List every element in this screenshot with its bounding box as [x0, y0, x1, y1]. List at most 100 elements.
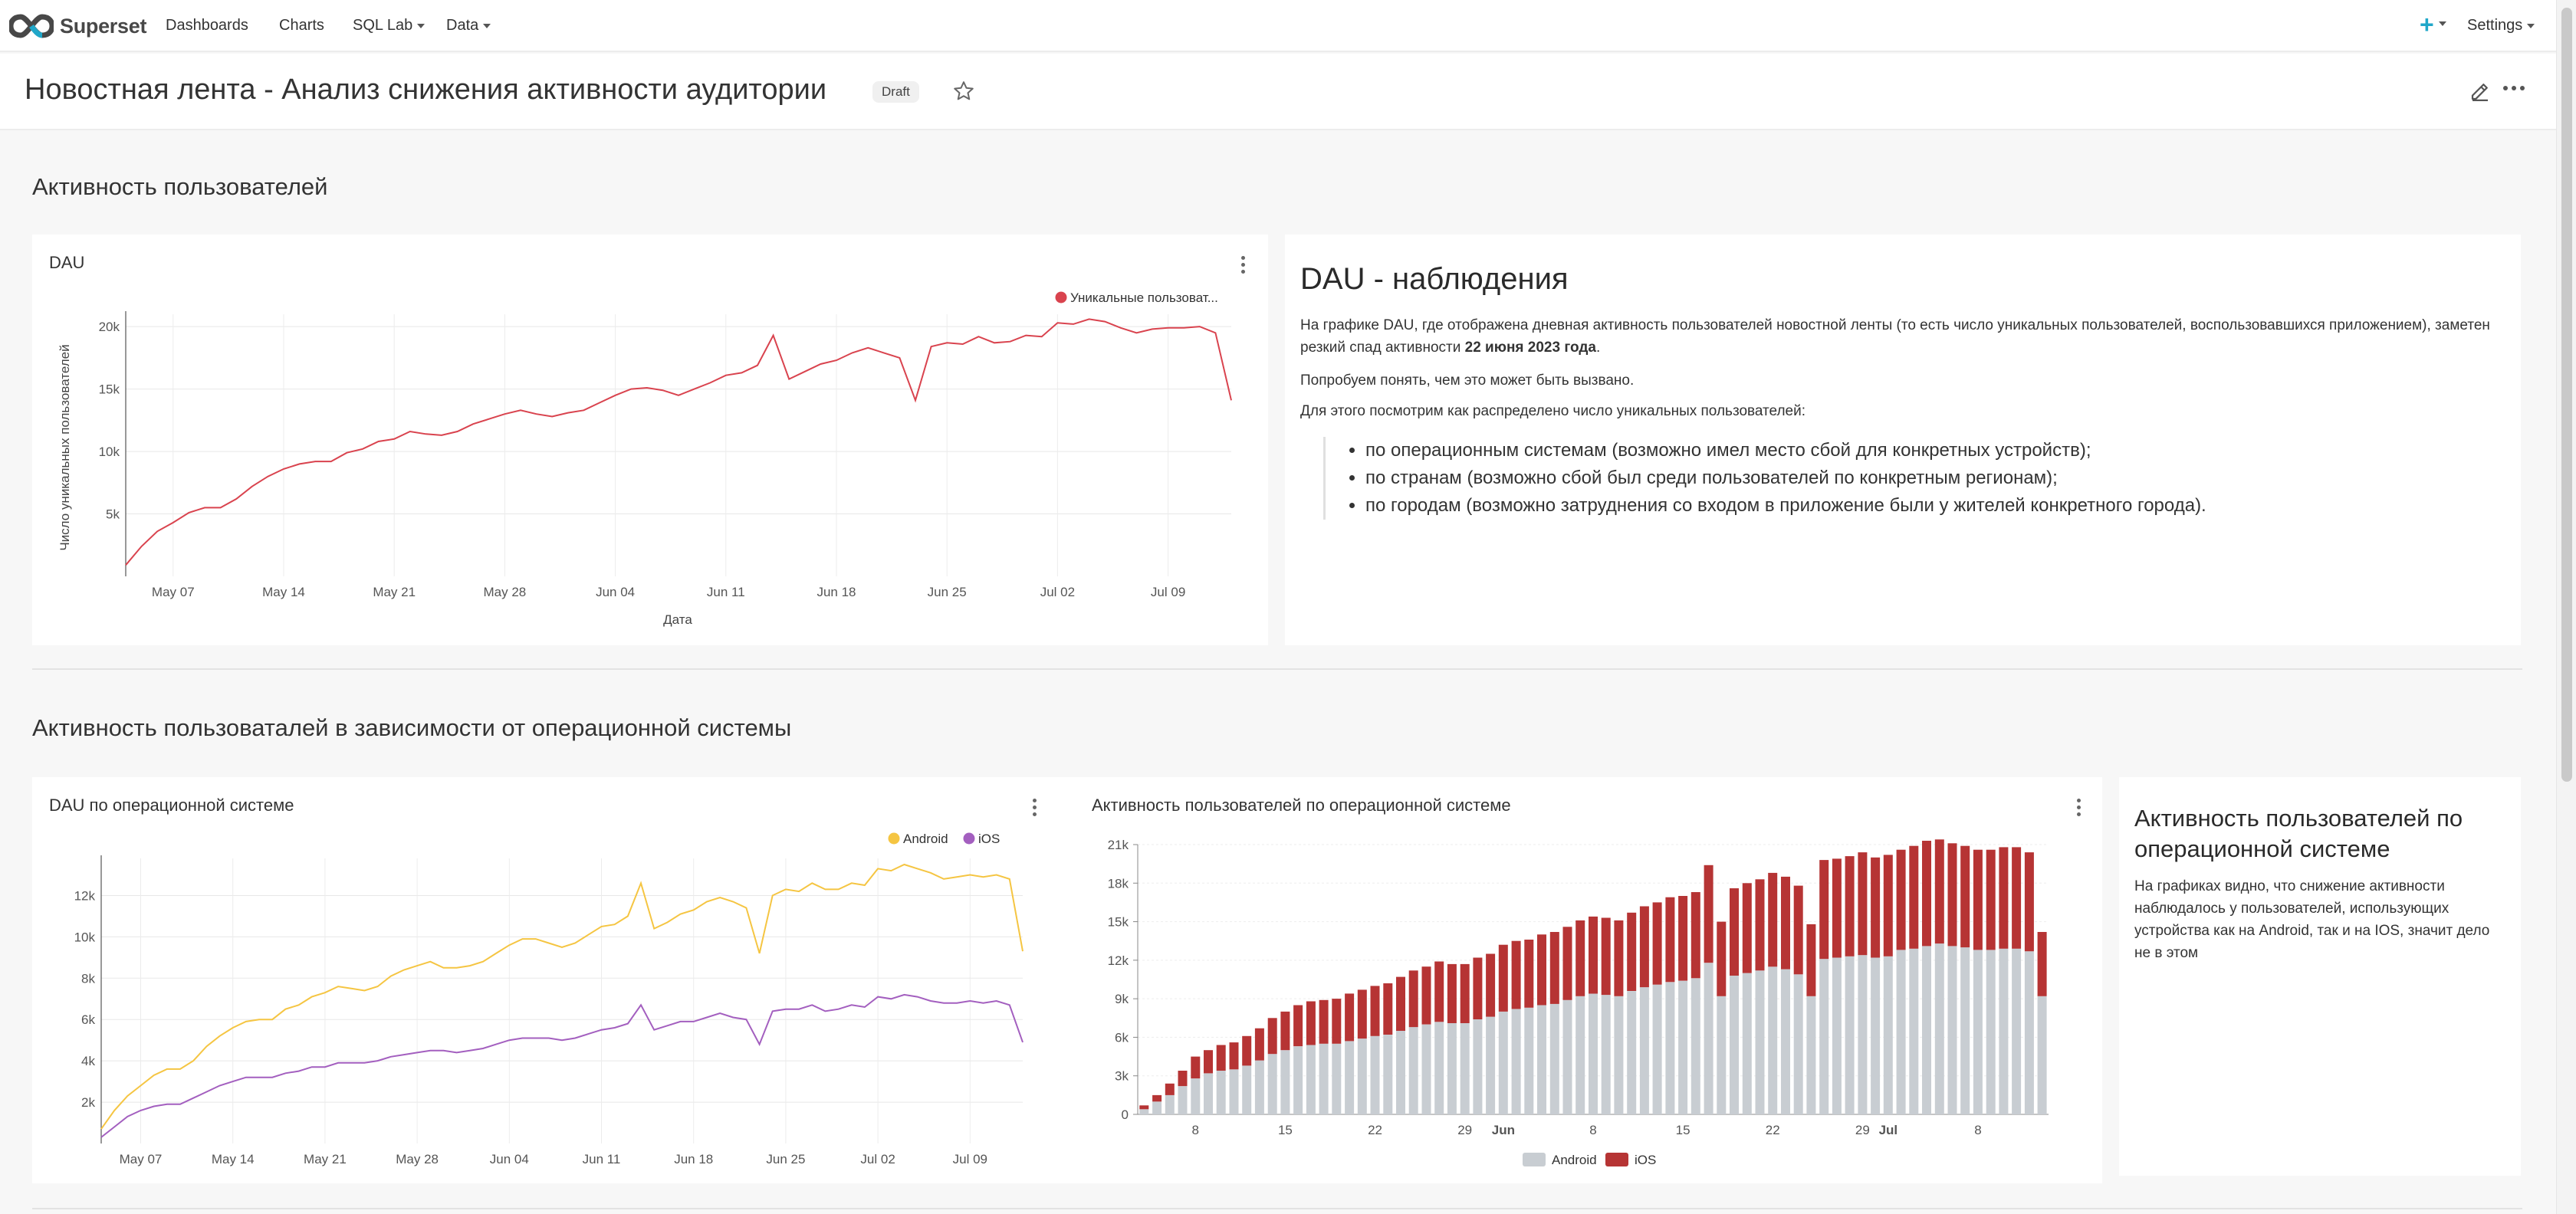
section-divider — [32, 668, 2522, 670]
x-tick-label: Jun 11 — [707, 585, 745, 599]
list-item: по городам (возможно затруднения со вход… — [1365, 492, 2206, 520]
section-title-user-activity: Активность пользователей — [32, 173, 328, 200]
bar-ios — [1960, 845, 1970, 948]
nav-charts[interactable]: Charts — [279, 17, 324, 34]
bar-android — [1883, 956, 1893, 1114]
bar-android — [1511, 1009, 1521, 1114]
bar-android — [1165, 1094, 1175, 1114]
bar-android — [1460, 1023, 1470, 1114]
bar-ios — [1332, 999, 1342, 1044]
bar-ios — [1165, 1083, 1175, 1095]
bar-ios — [1973, 849, 1983, 950]
bar-ios — [1819, 860, 1829, 960]
bar-ios — [1293, 1005, 1303, 1047]
list-item: по странам (возможно сбой был среди поль… — [1365, 464, 2206, 492]
bar-android — [1345, 1041, 1355, 1114]
bar-ios — [1806, 924, 1816, 996]
observations-heading: DAU - наблюдения — [1300, 262, 1569, 296]
os-observations-heading: Активность пользователей по операционной… — [2134, 805, 2463, 862]
draft-badge[interactable]: Draft — [872, 81, 919, 103]
bar-android — [1576, 996, 1585, 1114]
bar-android — [1934, 943, 1944, 1114]
bar-android — [1280, 1050, 1290, 1114]
bar-android — [1204, 1073, 1213, 1114]
bar-android — [1178, 1086, 1188, 1114]
x-tick-label: 8 — [1589, 1123, 1596, 1137]
x-tick-label: 15 — [1676, 1123, 1691, 1137]
bar-android — [1704, 963, 1714, 1114]
bar-android — [1730, 976, 1739, 1114]
dau-chart-card: DAU 5k 10k 15k 20k May 07 May 14 May 21 May 28 J… — [32, 235, 1268, 645]
bar-ios — [1306, 1001, 1316, 1045]
bar-android — [1896, 950, 1906, 1114]
edit-pencil-icon[interactable] — [2469, 80, 2492, 103]
nav-dashboards[interactable]: Dashboards — [166, 17, 248, 34]
x-tick-label: 8 — [1192, 1123, 1199, 1137]
bar-ios — [1730, 888, 1739, 976]
bar-android — [1909, 948, 1919, 1114]
legend-label-ios: iOS — [978, 832, 1000, 846]
x-tick-label: 8 — [1974, 1123, 1981, 1137]
observations-paragraph-1: На графике DAU, где отображена дневная а… — [1300, 314, 2496, 359]
legend-label-android: Android — [1552, 1153, 1597, 1167]
superset-logo[interactable]: Superset — [9, 11, 146, 41]
bar-ios — [1396, 976, 1405, 1031]
x-tick-label: May 21 — [304, 1152, 347, 1166]
bar-ios — [1871, 857, 1881, 958]
x-tick-label: Jun 04 — [596, 585, 635, 599]
y-tick-label: 2k — [81, 1095, 95, 1110]
y-tick-label: 3k — [1115, 1069, 1129, 1084]
bar-android — [1216, 1071, 1226, 1114]
x-tick-label: 22 — [1766, 1123, 1780, 1137]
observations-paragraph-3: Для этого посмотрим как распределено чис… — [1300, 403, 1806, 419]
bar-ios — [1858, 852, 1868, 956]
bar-android — [1589, 993, 1598, 1114]
bar-ios — [1408, 970, 1418, 1028]
bar-android — [1332, 1043, 1342, 1114]
bar-android — [1614, 996, 1624, 1114]
favorite-star-icon[interactable] — [952, 80, 975, 103]
observations-highlight-date: 22 июня 2023 года — [1464, 340, 1596, 356]
observations-paragraph-2: Попробуем понять, чем это может быть выз… — [1300, 372, 1635, 389]
bar-android — [1793, 974, 1803, 1114]
legend-label: Уникальные пользоват... — [1070, 290, 1218, 305]
os-observations-text: На графиках видно, что снижение активнос… — [2134, 878, 2490, 961]
bar-ios — [1204, 1050, 1213, 1074]
x-tick-label: 29 — [1457, 1123, 1472, 1137]
bar-android — [1524, 1007, 1534, 1114]
x-tick-label: May 28 — [484, 585, 527, 599]
bar-ios — [1589, 916, 1598, 994]
add-new-button[interactable]: + — [2420, 11, 2446, 39]
bar-android — [1537, 1005, 1546, 1114]
observations-text-end: . — [1595, 340, 1601, 356]
bar-ios — [1242, 1035, 1252, 1066]
bar-android — [1396, 1031, 1405, 1114]
bar-ios — [1460, 963, 1470, 1023]
bar-ios — [1562, 927, 1572, 1000]
bar-ios — [1511, 940, 1521, 1009]
settings-menu[interactable]: Settings — [2467, 17, 2535, 34]
more-options-icon[interactable] — [2502, 84, 2525, 92]
scrollbar-thumb[interactable] — [2561, 8, 2572, 782]
bar-ios — [1434, 961, 1444, 1022]
bar-android — [1434, 1022, 1444, 1114]
bar-ios — [1627, 912, 1637, 991]
nav-data[interactable]: Data — [446, 17, 491, 34]
bar-ios — [1576, 920, 1585, 996]
page-scrollbar[interactable] — [2556, 0, 2576, 1214]
dau-by-os-line-chart: 2k 4k 6k 8k 10k 12k May 07 May 14 May 21 May 28 Ju… — [74, 832, 1024, 1166]
bar-android — [1960, 947, 1970, 1114]
dau-line-chart: 5k 10k 15k 20k May 07 May 14 May 21 May 28 Jun 0… — [58, 290, 1232, 627]
legend-label-android: Android — [903, 832, 948, 846]
dashboard-title[interactable]: Новостная лента - Анализ снижения активн… — [25, 74, 826, 107]
bar-android — [1742, 973, 1752, 1114]
bar-ios — [1896, 849, 1906, 950]
y-tick-label: 10k — [74, 930, 96, 944]
y-tick-label: 21k — [1108, 838, 1129, 852]
bar-android — [1473, 1019, 1483, 1114]
x-tick-label: 22 — [1368, 1123, 1382, 1137]
nav-sql-lab[interactable]: SQL Lab — [353, 17, 426, 34]
bar-ios — [1254, 1028, 1264, 1061]
series-line-ios — [100, 993, 1024, 1138]
nav-dashboards-label: Dashboards — [166, 17, 248, 34]
